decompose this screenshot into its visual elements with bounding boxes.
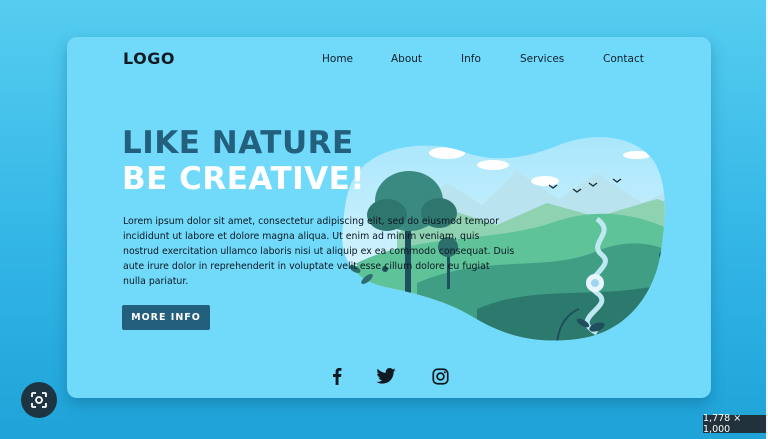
nav-about[interactable]: About (391, 53, 422, 65)
twitter-icon[interactable] (375, 365, 397, 387)
nav-info[interactable]: Info (461, 53, 481, 65)
nav-services[interactable]: Services (520, 53, 564, 65)
more-info-button[interactable]: MORE INFO (122, 305, 210, 330)
logo[interactable]: LOGO (123, 49, 175, 68)
facebook-icon[interactable] (326, 365, 348, 387)
image-preview: LOGO Home About Info Services Contact LI… (0, 0, 766, 439)
lens-icon[interactable] (21, 382, 57, 418)
landing-page-card: LOGO Home About Info Services Contact LI… (67, 37, 711, 398)
nav-home[interactable]: Home (322, 53, 353, 65)
hero-title-line-2: BE CREATIVE! (122, 161, 365, 197)
image-dimensions-badge: 1,778 × 1,000 (703, 413, 766, 435)
instagram-icon[interactable] (429, 365, 451, 387)
hero-description: Lorem ipsum dolor sit amet, consectetur … (123, 216, 515, 287)
nav-contact[interactable]: Contact (603, 53, 644, 65)
